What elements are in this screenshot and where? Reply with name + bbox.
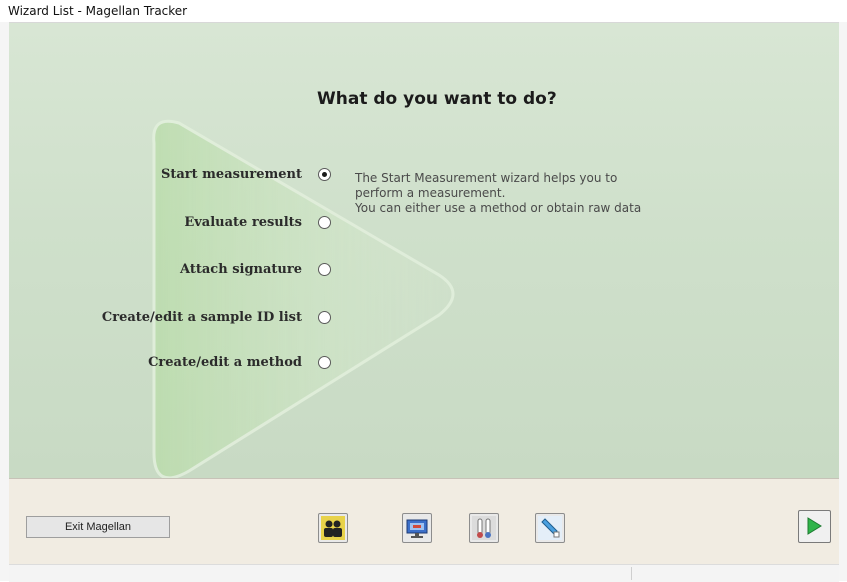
radio-start-measurement[interactable] <box>318 168 331 181</box>
option-label: Start measurement <box>160 167 302 182</box>
option-edit-method[interactable]: Create/edit a method <box>9 353 339 373</box>
radio-attach-signature[interactable] <box>318 263 331 276</box>
users-button[interactable] <box>318 513 348 543</box>
temperature-button[interactable] <box>469 513 499 543</box>
option-label: Create/edit a method <box>148 355 302 370</box>
window-title: Wizard List - Magellan Tracker <box>8 4 188 18</box>
wizard-footer: Exit Magellan <box>9 478 839 565</box>
next-button[interactable] <box>798 510 831 543</box>
option-start-measurement[interactable]: Start measurement <box>9 165 339 185</box>
option-label: Attach signature <box>180 262 302 277</box>
display-button[interactable] <box>402 513 432 543</box>
description-line: You can either use a method or obtain ra… <box>355 201 642 215</box>
radio-evaluate-results[interactable] <box>318 216 331 229</box>
wizard-panel: What do you want to do? Start measuremen… <box>9 23 839 478</box>
users-icon <box>321 516 345 540</box>
option-attach-signature[interactable]: Attach signature <box>9 260 339 280</box>
wizard-description: The Start Measurement wizard helps you t… <box>355 171 755 216</box>
page-title: What do you want to do? <box>317 89 557 109</box>
window-frame-left <box>0 22 9 581</box>
pipette-button[interactable] <box>535 513 565 543</box>
window-frame-right <box>839 22 847 581</box>
window-titlebar: Wizard List - Magellan Tracker <box>0 0 847 23</box>
description-line: The Start Measurement wizard helps you t… <box>355 171 618 185</box>
display-icon <box>406 519 428 538</box>
option-label: Evaluate results <box>184 215 302 230</box>
option-label: Create/edit a sample ID list <box>101 310 302 325</box>
exit-magellan-button[interactable]: Exit Magellan <box>26 516 170 538</box>
status-bar <box>9 564 839 582</box>
radio-sample-id-list[interactable] <box>318 311 331 324</box>
status-divider <box>631 567 632 580</box>
option-sample-id-list[interactable]: Create/edit a sample ID list <box>9 308 339 328</box>
radio-edit-method[interactable] <box>318 356 331 369</box>
thermometer-icon <box>472 516 496 540</box>
play-arrow-icon <box>807 517 822 535</box>
pipette-icon <box>538 516 562 540</box>
option-evaluate-results[interactable]: Evaluate results <box>9 213 339 233</box>
description-line: perform a measurement. <box>355 186 506 200</box>
